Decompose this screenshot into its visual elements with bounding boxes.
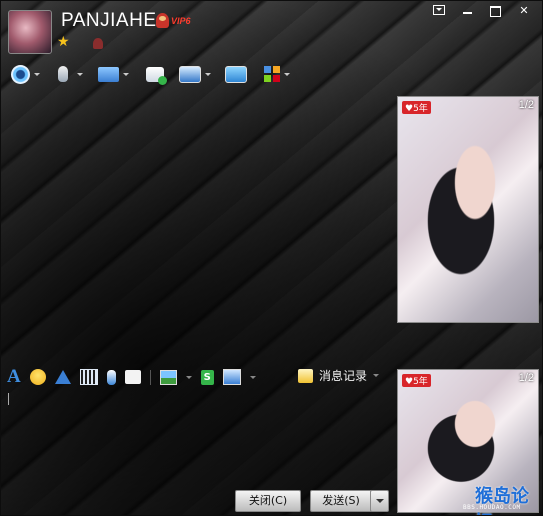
close-button[interactable]: 关闭(C) (235, 490, 301, 512)
text-cursor (8, 393, 9, 405)
video-clip-icon[interactable] (79, 369, 98, 385)
apps-grid-icon (264, 66, 280, 82)
voice-call-button[interactable] (53, 63, 83, 85)
message-input[interactable] (5, 387, 391, 483)
history-icon (298, 368, 313, 383)
close-window-button[interactable]: ✕ (514, 4, 534, 18)
video-page-indicator: 1/2 (518, 99, 534, 111)
send-file-icon[interactable]: S (200, 369, 214, 385)
message-history-label: 消息记录 (319, 369, 368, 383)
contact-avatar[interactable] (8, 10, 52, 54)
watermark-url: BBS.HOUDAO.COM (463, 504, 521, 511)
video-badge: ♥5年 (402, 101, 431, 114)
camera-icon (11, 64, 30, 84)
microphone-icon (58, 66, 68, 82)
video-badge: ♥5年 (402, 374, 431, 387)
screenshot-icon[interactable] (222, 369, 241, 385)
chevron-down-icon[interactable] (77, 72, 83, 76)
chevron-down-icon[interactable] (205, 72, 211, 76)
send-file-button[interactable] (98, 63, 129, 85)
video-page-indicator: 1/2 (518, 372, 534, 384)
emoji-icon[interactable] (29, 369, 46, 385)
screen-icon (179, 65, 201, 83)
chevron-down-icon[interactable] (34, 72, 40, 76)
chevron-down-icon[interactable] (373, 374, 380, 377)
vip-badge[interactable]: VIP6 (156, 13, 191, 28)
chevron-down-icon (375, 499, 384, 503)
close-icon: ✕ (519, 4, 529, 17)
pet-icon[interactable] (93, 38, 103, 49)
share-screen-button[interactable] (225, 63, 247, 85)
chevron-down-icon[interactable] (284, 72, 290, 76)
vip-label: VIP6 (171, 15, 191, 26)
apps-button[interactable] (264, 63, 290, 85)
message-history-button[interactable]: 消息记录 (298, 367, 380, 384)
maximize-icon (489, 6, 501, 17)
group-chat-button[interactable] (146, 63, 167, 85)
video-call-button[interactable] (11, 63, 40, 85)
contact-video-panel[interactable]: ♥5年 1/2 (397, 96, 539, 323)
window-menu-button[interactable] (429, 4, 449, 18)
minimize-icon (462, 12, 472, 14)
font-icon[interactable]: A (7, 366, 21, 388)
chevron-down-icon[interactable] (185, 375, 192, 379)
share-screen-icon (225, 65, 247, 83)
maximize-button[interactable] (485, 4, 505, 18)
send-button[interactable]: 发送(S) (310, 490, 372, 512)
contact-nickname: PANJIAHE (61, 10, 157, 31)
minimize-button[interactable] (457, 4, 477, 18)
magic-expression-icon[interactable] (54, 370, 71, 384)
remote-assist-button[interactable] (179, 63, 211, 85)
send-image-icon[interactable] (159, 369, 177, 385)
chat-add-icon (146, 66, 167, 85)
star-icon[interactable]: ★ (57, 35, 70, 49)
divider (149, 369, 151, 385)
note-icon[interactable] (124, 370, 141, 384)
vip-icon (156, 13, 169, 28)
chevron-down-icon[interactable] (249, 375, 256, 379)
chat-window: PANJIAHE VIP6 ★ ✕ ♥5年 1/2 ♥5年 1/2 A S 消息… (0, 0, 543, 516)
folder-icon (98, 66, 119, 82)
send-options-button[interactable] (370, 490, 389, 512)
dropdown-icon (433, 5, 445, 15)
voice-message-icon[interactable] (106, 369, 116, 385)
input-toolbar: A S (7, 366, 256, 388)
chevron-down-icon[interactable] (123, 72, 129, 76)
